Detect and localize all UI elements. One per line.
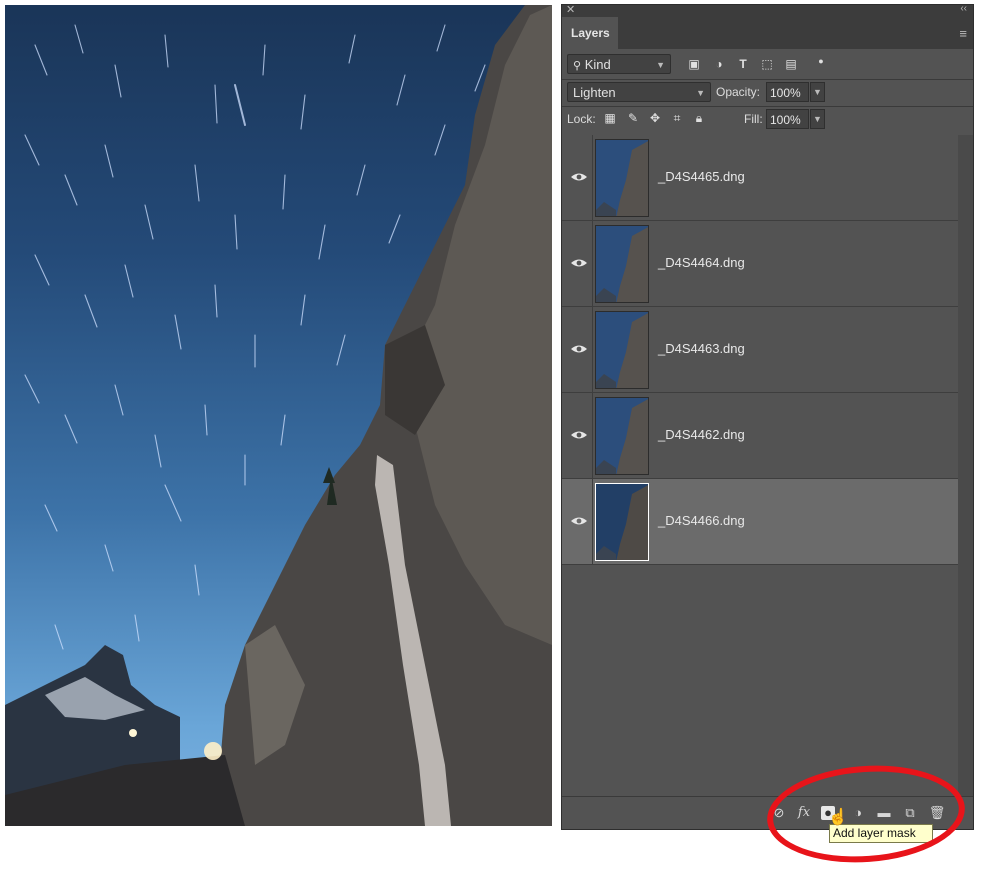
- panel-titlebar: ✕ ‹‹: [562, 3, 973, 17]
- chevron-down-icon: ▼: [656, 60, 665, 70]
- type-layer-filter-icon[interactable]: T: [735, 56, 751, 72]
- close-panel-icon[interactable]: ✕: [566, 3, 575, 16]
- layer-list: _D4S4465.dng _D4S4464.dng _D4S4463.dng _…: [562, 135, 958, 565]
- layer-list-scrollbar[interactable]: [958, 135, 973, 799]
- filter-kind-label: Kind: [584, 57, 611, 72]
- lock-artboard-icon[interactable]: ⌗: [669, 110, 685, 126]
- layer-name[interactable]: _D4S4463.dng: [658, 341, 745, 356]
- panel-tab-bar: Layers ≡: [562, 17, 973, 49]
- adjustment-layer-filter-icon[interactable]: ◑: [711, 56, 727, 72]
- layer-name[interactable]: _D4S4466.dng: [658, 513, 745, 528]
- lock-image-pixels-icon[interactable]: ✎: [625, 110, 641, 126]
- fill-input[interactable]: 100%: [766, 109, 809, 129]
- eye-visibility-icon[interactable]: [570, 342, 588, 356]
- divider: [592, 393, 593, 478]
- lock-all-icon[interactable]: 🔒︎: [691, 110, 707, 126]
- fill-label: Fill:: [744, 112, 763, 126]
- layer-row[interactable]: _D4S4463.dng: [562, 307, 958, 393]
- lock-transparent-pixels-icon[interactable]: ▦: [602, 110, 618, 126]
- layer-row[interactable]: _D4S4464.dng: [562, 221, 958, 307]
- panel-menu-icon[interactable]: ≡: [959, 26, 967, 41]
- blend-mode-select[interactable]: Lighten ▼: [567, 82, 711, 102]
- eye-visibility-icon[interactable]: [570, 170, 588, 184]
- pixel-layer-filter-icon[interactable]: ▣: [686, 56, 702, 72]
- eye-visibility-icon[interactable]: [570, 428, 588, 442]
- divider: [592, 479, 593, 564]
- layer-thumbnail[interactable]: [595, 139, 649, 217]
- layer-thumbnail[interactable]: [595, 397, 649, 475]
- layer-name[interactable]: _D4S4465.dng: [658, 169, 745, 184]
- opacity-dropdown-icon[interactable]: ▼: [810, 82, 825, 102]
- layer-row[interactable]: _D4S4462.dng: [562, 393, 958, 479]
- layer-thumbnail[interactable]: [595, 483, 649, 561]
- divider: [592, 307, 593, 392]
- shape-layer-filter-icon[interactable]: ⬚: [759, 56, 775, 72]
- opacity-input[interactable]: 100%: [766, 82, 809, 102]
- layer-thumbnail[interactable]: [595, 311, 649, 389]
- tab-layers[interactable]: Layers: [562, 17, 618, 49]
- divider: [592, 221, 593, 306]
- canvas-photo: [5, 5, 552, 826]
- divider: [562, 79, 973, 80]
- eye-visibility-icon[interactable]: [570, 256, 588, 270]
- lock-label: Lock:: [567, 112, 596, 126]
- smart-object-filter-icon[interactable]: ▤: [783, 56, 799, 72]
- layer-name[interactable]: _D4S4464.dng: [658, 255, 745, 270]
- lock-position-icon[interactable]: ✥: [647, 110, 663, 126]
- star-trail-waterfall-image: [5, 5, 552, 826]
- chevron-down-icon: ▼: [696, 88, 705, 98]
- layer-thumbnail[interactable]: [595, 225, 649, 303]
- filter-kind-select[interactable]: ⚲ Kind ▼: [567, 54, 671, 74]
- eye-visibility-icon[interactable]: [570, 514, 588, 528]
- filter-toggle-icon[interactable]: ●: [813, 53, 829, 69]
- layer-row[interactable]: _D4S4465.dng: [562, 135, 958, 221]
- blend-mode-value: Lighten: [573, 85, 616, 100]
- collapse-panel-icon[interactable]: ‹‹: [960, 3, 967, 14]
- fill-dropdown-icon[interactable]: ▼: [810, 109, 825, 129]
- layer-name[interactable]: _D4S4462.dng: [658, 427, 745, 442]
- search-icon: ⚲: [573, 60, 582, 72]
- layer-row-selected[interactable]: _D4S4466.dng: [562, 479, 958, 565]
- divider: [562, 106, 973, 107]
- layers-panel: ✕ ‹‹ Layers ≡ ⚲ Kind ▼ ▣ ◑ T ⬚ ▤ ● Light…: [561, 3, 974, 830]
- divider: [592, 135, 593, 220]
- opacity-label: Opacity:: [716, 85, 761, 99]
